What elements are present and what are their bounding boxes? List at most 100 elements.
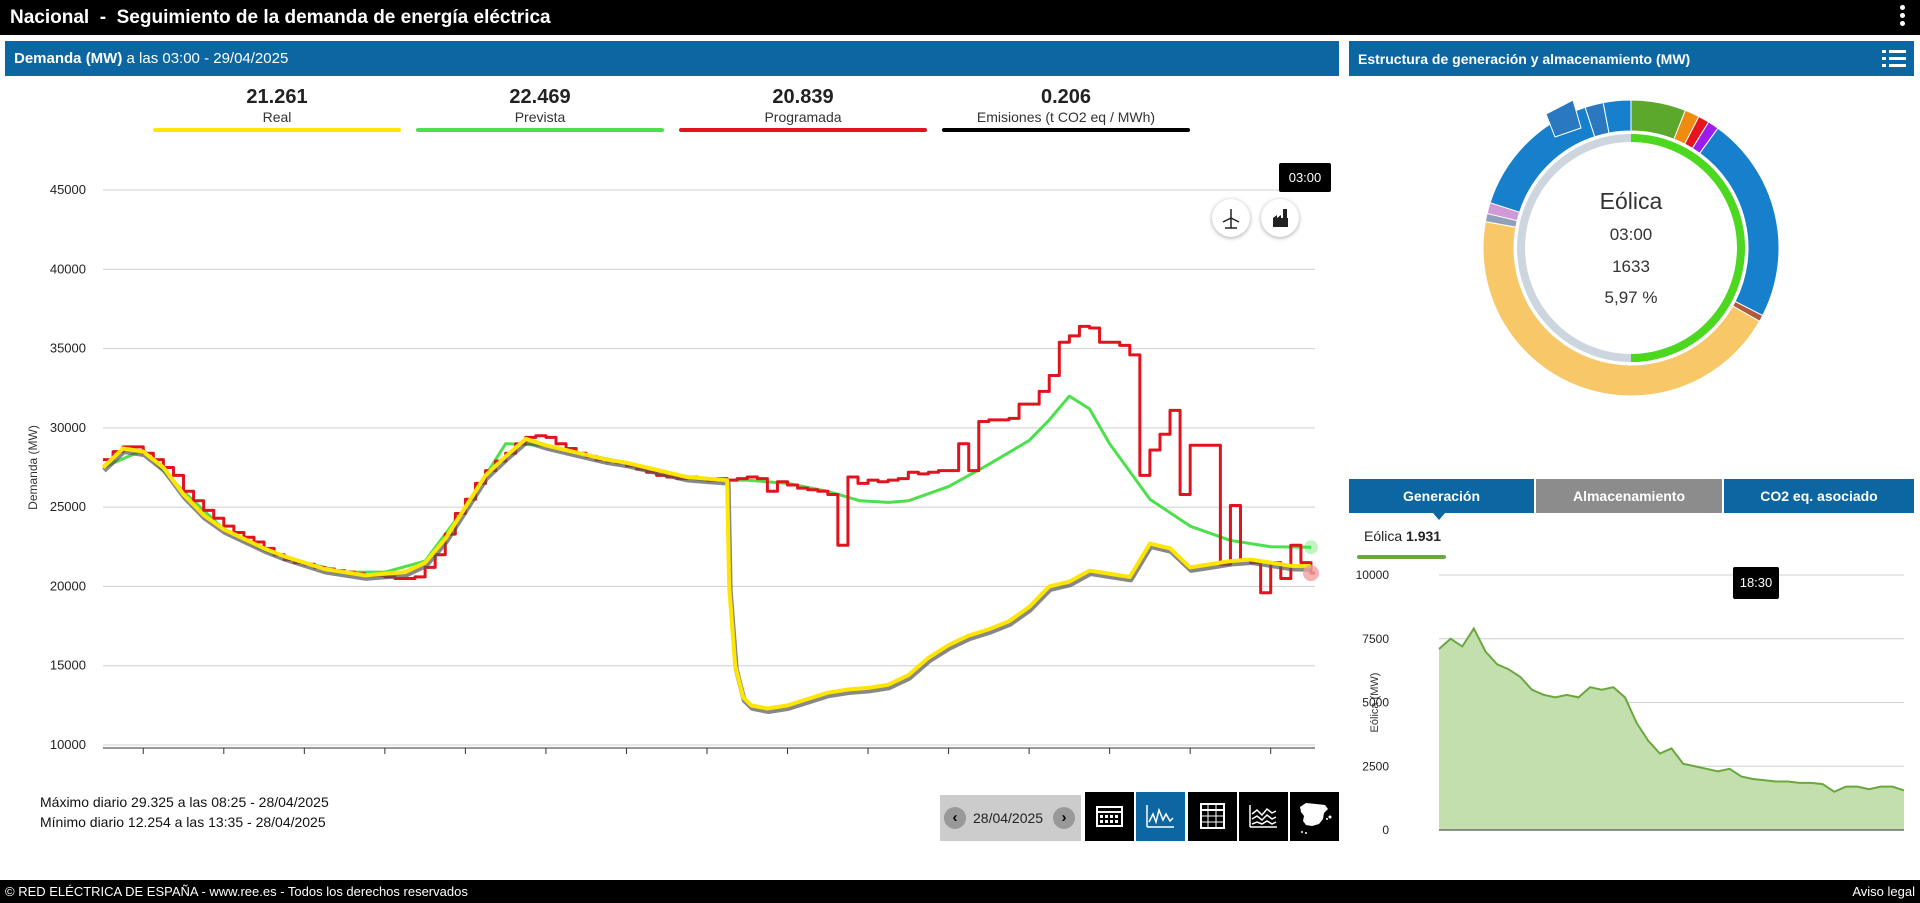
kpi-color-bar [942, 128, 1190, 132]
y-tick-label: 45000 [50, 182, 86, 197]
structure-panel-title: Estructura de generación y almacenamient… [1358, 51, 1691, 67]
x-tick-label: 12 [700, 757, 714, 760]
x-tick-label: 18 [941, 757, 955, 760]
kpi-value: 22.469 [509, 86, 571, 108]
top-bar: Nacional - Seguimiento de la demanda de … [0, 0, 1920, 35]
generation-donut-chart[interactable]: Eólica 03:00 1633 5,97 % [1349, 78, 1914, 448]
kpi-color-bar [679, 128, 927, 132]
x-tick-label: 20 [1022, 757, 1036, 760]
y-tick-label: 7500 [1362, 632, 1389, 646]
series-marker-programada [1302, 565, 1319, 582]
date-selector: ‹ 28/04/2025 › [940, 795, 1081, 841]
kpi-value: 20.839 [772, 86, 834, 108]
series-line-programada [103, 324, 1315, 595]
y-tick-label: 10000 [1356, 568, 1390, 582]
page-title: Nacional - Seguimiento de la demanda de … [10, 7, 551, 28]
selected-series-label: Eólica [1364, 528, 1403, 544]
calendar-icon [1096, 806, 1123, 827]
factory-icon [1273, 209, 1288, 227]
chart-tooltip: 03:00 [1279, 163, 1331, 192]
demand-panel-title: Demanda (MW) a las 03:00 - 29/04/2025 [14, 50, 288, 67]
line-chart-icon [1146, 805, 1174, 828]
line-chart-button[interactable] [1136, 792, 1185, 841]
kpi-value: 21.261 [246, 86, 308, 108]
donut-center-label: Eólica [1600, 188, 1663, 214]
area-chart-button[interactable] [1239, 792, 1288, 841]
more-options-icon[interactable] [1898, 3, 1906, 31]
x-tick-label: 22 [1102, 757, 1116, 760]
x-tick-label: 04 [378, 757, 392, 760]
x-tick-label: 00 [1183, 757, 1197, 760]
kpi-label: Programada [764, 109, 842, 125]
area-chart-icon [1249, 805, 1277, 828]
y-tick-label: 0 [1382, 823, 1389, 837]
wind-chart-tooltip: 18:30 [1733, 567, 1779, 599]
x-tick-label: 06 [458, 757, 472, 760]
kpi-programada: 20.839 Programada [679, 86, 927, 132]
series-marker-prevista [1303, 540, 1318, 555]
x-tick-label: 10 [619, 757, 633, 760]
donut-center-label: 1633 [1612, 257, 1650, 276]
demand-panel-header: Demanda (MW) a las 03:00 - 29/04/2025 [5, 41, 1339, 76]
x-tick-label: 02 [1263, 757, 1277, 760]
y-axis-label: Demanda (MW) [26, 425, 40, 510]
kpi-prevista: 22.469 Prevista [416, 86, 664, 132]
wind-area-chart[interactable]: 025005000750010000Eólica (MW) [1349, 560, 1914, 850]
kpi-real: 21.261 Real [153, 86, 401, 132]
series-line-prevista [102, 394, 1311, 574]
tab-co2[interactable]: CO2 eq. asociado [1724, 479, 1914, 513]
y-tick-label: 15000 [50, 658, 86, 673]
wind-turbine-button[interactable] [1212, 199, 1250, 237]
wind-turbine-icon [1222, 209, 1240, 229]
series-line-real [101, 436, 1312, 711]
legal-link[interactable]: Aviso legal [1852, 884, 1915, 899]
active-tab-pointer [1433, 513, 1445, 520]
calendar-button[interactable] [1085, 792, 1134, 841]
y-tick-label: 20000 [50, 578, 86, 593]
kpi-label: Emisiones (t CO2 eq / MWh) [976, 109, 1156, 125]
kpi-value: 0.206 [1040, 86, 1092, 108]
table-button[interactable] [1188, 792, 1237, 841]
table-icon [1200, 803, 1225, 829]
donut-center-label: 03:00 [1610, 225, 1653, 244]
y-axis-label: Eólica (MW) [1369, 673, 1381, 733]
demand-chart[interactable]: 10000 15000 20000 25000 30000 35000 40000 45000… [0, 140, 1340, 760]
tab-almacenamiento[interactable]: Almacenamiento [1536, 479, 1722, 513]
y-tick-label: 30000 [50, 420, 86, 435]
spain-map-button[interactable] [1290, 792, 1339, 841]
selected-series: Eólica 1.931 [1364, 528, 1441, 544]
x-tick-label: 08 [539, 757, 553, 760]
x-tick-label: 16 [861, 757, 875, 760]
x-tick-label: 14 [780, 757, 794, 760]
donut-center-label: 5,97 % [1605, 288, 1658, 307]
y-tick-label: 10000 [50, 737, 86, 752]
tab-generacion[interactable]: Generación [1349, 479, 1534, 513]
x-tick-label: 00 [217, 757, 231, 760]
daily-min: Mínimo diario 12.254 a las 13:35 - 28/04… [40, 814, 326, 830]
x-tick-label: 02 [297, 757, 311, 760]
selected-series-value: 1.931 [1406, 528, 1442, 544]
y-tick-label: 40000 [50, 261, 86, 276]
kpi-emisiones: 0.206 Emisiones (t CO2 eq / MWh) [942, 86, 1190, 132]
next-date-button[interactable]: › [1053, 807, 1075, 829]
area-fill [1439, 628, 1904, 830]
copyright-text: © RED ELÉCTRICA DE ESPAÑA - www.ree.es -… [5, 884, 468, 899]
kpi-label: Real [262, 109, 292, 125]
footer: © RED ELÉCTRICA DE ESPAÑA - www.ree.es -… [0, 880, 1920, 903]
y-tick-label: 25000 [50, 499, 86, 514]
selected-series-bar [1357, 555, 1446, 559]
daily-max: Máximo diario 29.325 a las 08:25 - 28/04… [40, 794, 329, 810]
kpi-color-bar [416, 128, 664, 132]
prev-date-button[interactable]: ‹ [944, 807, 966, 829]
kpi-color-bar [153, 128, 401, 132]
daily-stats: Máximo diario 29.325 a las 08:25 - 28/04… [40, 792, 329, 832]
date-value[interactable]: 28/04/2025 [973, 810, 1043, 826]
structure-panel-header: Estructura de generación y almacenamient… [1349, 41, 1914, 76]
demand-title-time: a las 03:00 - 29/04/2025 [122, 50, 289, 67]
y-tick-label: 35000 [50, 341, 86, 356]
x-tick-label: 22 [136, 757, 150, 760]
list-icon[interactable] [1882, 49, 1906, 69]
structure-tabs: Generación Almacenamiento CO2 eq. asocia… [1349, 479, 1914, 520]
factory-button[interactable] [1261, 199, 1299, 237]
kpi-label: Prevista [514, 109, 566, 125]
